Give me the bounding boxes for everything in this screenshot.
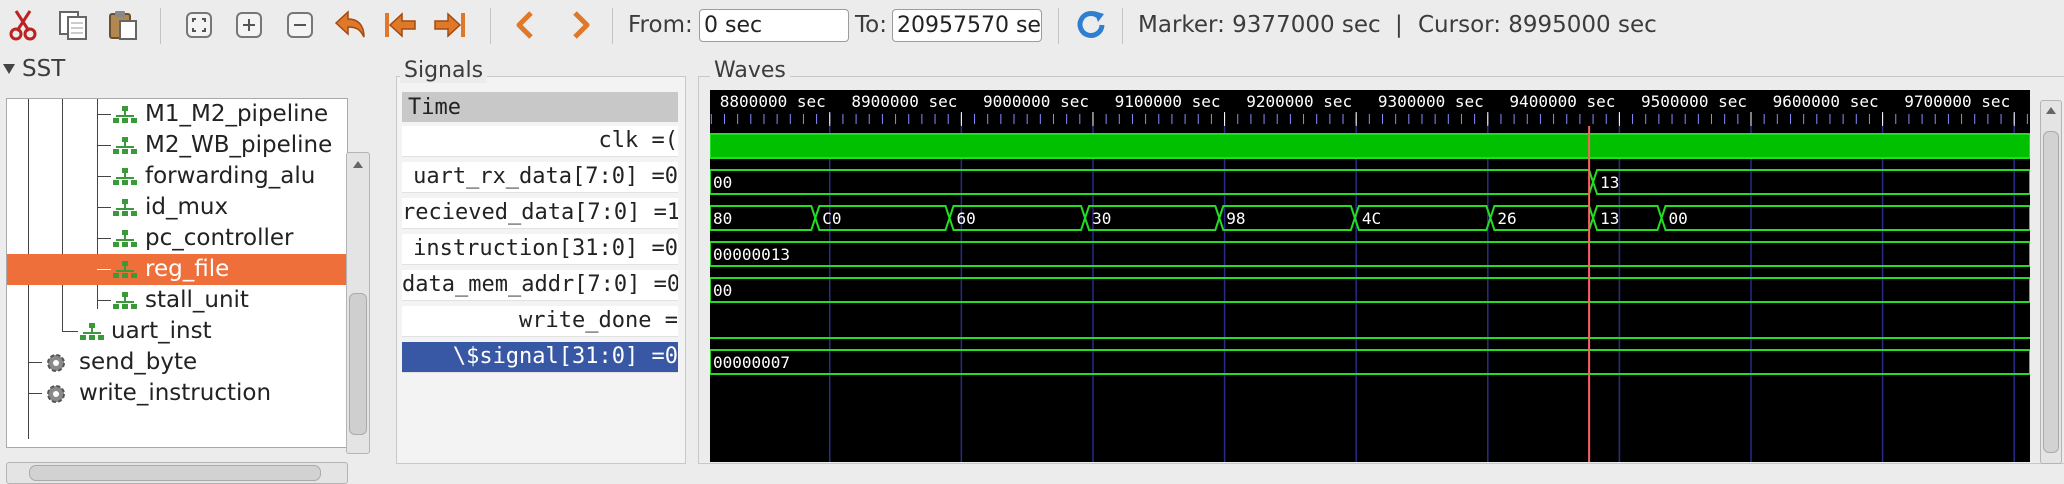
bus-value-label: 60	[957, 209, 976, 228]
bus-value-label: 00	[713, 281, 732, 300]
tree-item[interactable]: send_byte	[7, 347, 347, 378]
time-header: Time	[402, 92, 678, 122]
module-icon	[113, 261, 137, 278]
to-time-input[interactable]: 20957570 sec	[892, 9, 1042, 42]
scroll-up-icon[interactable]	[2045, 105, 2057, 115]
signal-row-instruction[interactable]: instruction[31:0] =0	[402, 234, 678, 265]
waveform-canvas[interactable]: 8700000 sec8800000 sec8900000 sec9000000…	[710, 90, 2030, 462]
marker-readout: Marker: 9377000 sec	[1138, 12, 1381, 38]
bus-value-label: 4C	[1362, 209, 1381, 228]
tree-item[interactable]: id_mux	[7, 192, 347, 223]
module-icon	[113, 199, 137, 216]
tree-item[interactable]: uart_inst	[7, 316, 347, 347]
bus-value-label: 00	[713, 173, 732, 192]
ruler-tick-label: 9500000 sec	[1641, 92, 1747, 111]
bus-value-label: C0	[822, 209, 841, 228]
collapse-triangle-icon[interactable]	[2, 62, 16, 76]
clock-trace	[710, 133, 2030, 159]
tree-item-label: send_byte	[79, 349, 198, 375]
signal-row-recieved-data[interactable]: recieved_data[7:0] =1	[402, 198, 678, 229]
tree-item-label: pc_controller	[145, 225, 294, 251]
zoom-out-icon[interactable]	[281, 6, 319, 44]
ruler-tick-label: 9400000 sec	[1509, 92, 1615, 111]
toolbar: From: 0 sec To: 20957570 sec Marker: 937…	[0, 0, 2064, 52]
tree-item-label: uart_inst	[111, 318, 212, 344]
ruler-tick-label: 9700000 sec	[1904, 92, 2010, 111]
sst-tree: M1_M2_pipeline M2_WB_pipeline forwarding…	[6, 98, 348, 448]
module-icon	[80, 323, 104, 340]
bus-value-label: 26	[1497, 209, 1516, 228]
waves-title: Waves	[710, 58, 790, 83]
tree-item[interactable]: M1_M2_pipeline	[7, 99, 347, 130]
ruler-tick-label: 9300000 sec	[1378, 92, 1484, 111]
from-time-input[interactable]: 0 sec	[699, 9, 849, 42]
tree-item[interactable]: forwarding_alu	[7, 161, 347, 192]
bus-value-label: 80	[713, 209, 732, 228]
sst-title: SST	[22, 56, 66, 82]
prev-edge-icon[interactable]	[506, 6, 544, 44]
signals-panel: Signals Time clk =( uart_rx_data[7:0] =0…	[396, 52, 686, 464]
next-edge-icon[interactable]	[562, 6, 600, 44]
tree-item-label: write_instruction	[79, 380, 272, 406]
copy-icon[interactable]	[54, 6, 92, 44]
ruler-tick-label: 8800000 sec	[720, 92, 826, 111]
task-gear-icon	[47, 385, 65, 403]
module-icon	[113, 137, 137, 154]
task-gear-icon	[47, 354, 65, 372]
signal-row-write-done[interactable]: write_done =	[402, 306, 678, 337]
zoom-to-start-icon[interactable]	[381, 6, 419, 44]
sst-horizontal-scrollbar[interactable]	[6, 462, 348, 484]
waves-panel: Waves 8700000 sec8800000 sec8900000 sec9…	[698, 52, 2064, 464]
bus-value-label: 13	[1600, 209, 1619, 228]
ruler-tick-label: 9200000 sec	[1246, 92, 1352, 111]
ruler-tick-label: 9000000 sec	[983, 92, 1089, 111]
tree-item[interactable]: write_instruction	[7, 378, 347, 409]
undo-zoom-icon[interactable]	[331, 6, 369, 44]
cut-icon[interactable]	[4, 6, 42, 44]
signal-row-signal-selected[interactable]: \$signal[31:0] =0	[402, 342, 678, 373]
sst-panel: SST M1_M2_pipeline M2_WB_pipeline forwar…	[0, 52, 378, 484]
tree-item[interactable]: stall_unit	[7, 285, 347, 316]
sst-vertical-scrollbar[interactable]	[346, 152, 370, 454]
to-label: To:	[855, 12, 887, 38]
scroll-up-icon[interactable]	[352, 159, 364, 169]
ruler-tick-label: 8900000 sec	[851, 92, 957, 111]
tree-item-label: id_mux	[145, 194, 229, 220]
time-header-label: Time	[408, 95, 461, 120]
module-icon	[113, 230, 137, 247]
zoom-in-icon[interactable]	[230, 6, 268, 44]
module-icon	[113, 292, 137, 309]
module-icon	[113, 168, 137, 185]
tree-item-label: M2_WB_pipeline	[145, 132, 333, 158]
zoom-fit-icon[interactable]	[180, 6, 218, 44]
signals-title: Signals	[400, 58, 488, 83]
bus-value-label: 98	[1226, 209, 1245, 228]
zoom-to-end-icon[interactable]	[431, 6, 469, 44]
signal-row-clk[interactable]: clk =(	[402, 126, 678, 157]
bus-value-label: 00000007	[713, 353, 790, 372]
module-icon	[113, 106, 137, 123]
bus-value-label: 00000013	[713, 245, 790, 264]
paste-icon[interactable]	[104, 6, 142, 44]
ruler-tick-label: 9100000 sec	[1115, 92, 1221, 111]
tree-item[interactable]: M2_WB_pipeline	[7, 130, 347, 161]
tree-item-label: reg_file	[145, 256, 230, 282]
signal-row-data-mem-addr[interactable]: data_mem_addr[7:0] =0	[402, 270, 678, 301]
from-label: From:	[628, 12, 693, 38]
readout-separator: |	[1395, 12, 1403, 38]
tree-item-label: forwarding_alu	[145, 163, 316, 189]
tree-item-selected[interactable]: reg_file	[7, 254, 347, 285]
bus-value-label: 00	[1669, 209, 1688, 228]
tree-item[interactable]: pc_controller	[7, 223, 347, 254]
tree-item-label: M1_M2_pipeline	[145, 101, 329, 127]
tree-item-label: stall_unit	[145, 287, 249, 313]
ruler-tick-label: 9600000 sec	[1773, 92, 1879, 111]
signal-row-uart-rx-data[interactable]: uart_rx_data[7:0] =0	[402, 162, 678, 193]
waves-vertical-scrollbar[interactable]	[2040, 100, 2062, 464]
cursor-readout: Cursor: 8995000 sec	[1418, 12, 1657, 38]
reload-icon[interactable]	[1072, 6, 1110, 44]
bus-value-label: 30	[1092, 209, 1111, 228]
bus-value-label: 13	[1600, 173, 1619, 192]
